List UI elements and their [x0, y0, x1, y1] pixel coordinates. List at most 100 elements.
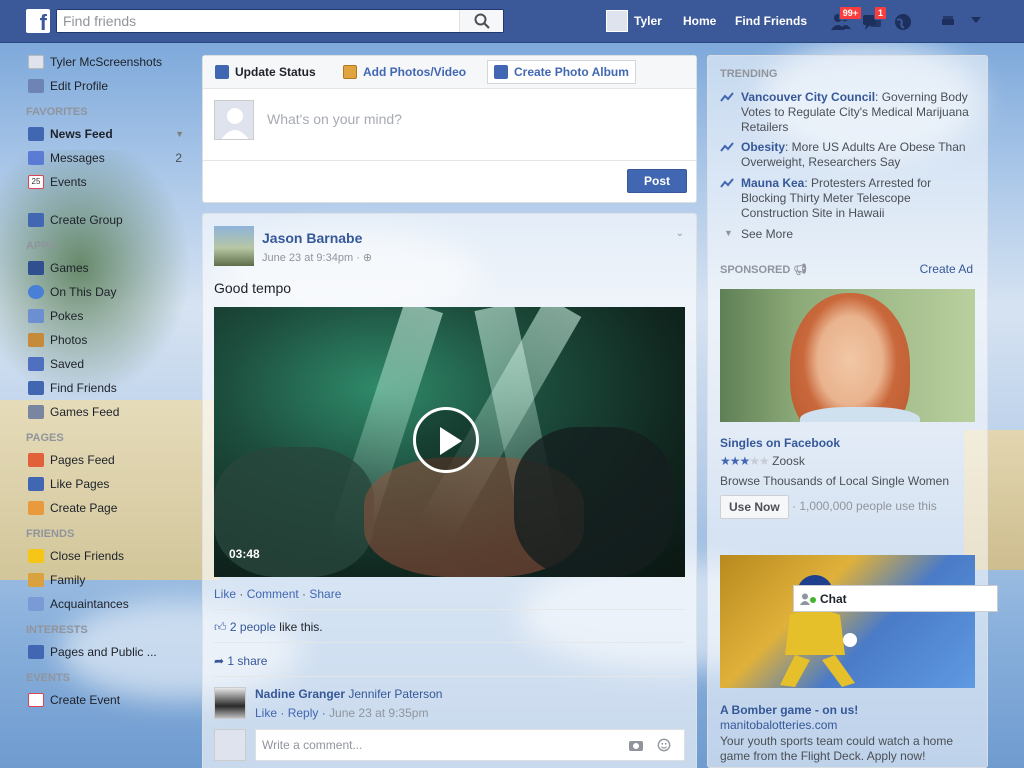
- sidebar-item-profile[interactable]: Tyler McScreenshots: [18, 50, 198, 74]
- sidebar-item-games-feed[interactable]: Games Feed: [18, 400, 198, 424]
- messages-badge: 1: [873, 6, 887, 20]
- clock-icon: [28, 285, 44, 299]
- author-avatar[interactable]: [214, 226, 254, 266]
- shares-count: 1 share: [227, 654, 268, 668]
- facebook-logo[interactable]: f: [26, 9, 50, 33]
- post-button[interactable]: Post: [627, 169, 687, 193]
- notifications-button[interactable]: [893, 12, 915, 32]
- status-input[interactable]: [267, 111, 667, 135]
- shares-summary[interactable]: ➦ 1 share: [214, 654, 267, 668]
- sidebar-item-pages-and-public[interactable]: Pages and Public ...: [18, 640, 198, 664]
- sidebar-item-like-pages[interactable]: Like Pages: [18, 472, 198, 496]
- share-arrow-icon: ➦: [214, 654, 225, 668]
- see-more-link[interactable]: ▼ See More: [720, 227, 793, 241]
- sidebar-item-on-this-day[interactable]: On This Day: [18, 280, 198, 304]
- create-ad-link[interactable]: Create Ad: [920, 262, 973, 276]
- sidebar-item-label: Create Group: [50, 213, 123, 227]
- flag-icon: [28, 453, 44, 467]
- sidebar-item-create-group[interactable]: Create Group: [18, 208, 198, 232]
- sidebar-item-messages[interactable]: Messages 2: [18, 146, 198, 170]
- sidebar-item-edit-profile[interactable]: Edit Profile: [18, 74, 198, 98]
- likers-link[interactable]: 2 people: [230, 620, 276, 634]
- camera-icon[interactable]: [628, 738, 644, 752]
- post-options-chevron-icon[interactable]: ⌄: [676, 228, 684, 239]
- avatar: [214, 100, 254, 140]
- comment-authors: Nadine Granger Jennifer Paterson: [255, 687, 442, 701]
- ad-title[interactable]: A Bomber game - on us!: [720, 703, 858, 717]
- sidebar-item-pages-feed[interactable]: Pages Feed: [18, 448, 198, 472]
- sponsored-label: SPONSORED: [720, 264, 791, 276]
- ad-image[interactable]: [720, 289, 975, 422]
- album-icon: [494, 65, 508, 79]
- sidebar-item-create-page[interactable]: Create Page: [18, 496, 198, 520]
- profile-link[interactable]: Tyler: [634, 14, 662, 28]
- sidebar-item-games[interactable]: Games: [18, 256, 198, 280]
- video-player[interactable]: 03:48: [214, 307, 685, 577]
- sidebar-item-pokes[interactable]: Pokes: [18, 304, 198, 328]
- composer-body: [203, 89, 696, 161]
- chat-bar[interactable]: Chat: [793, 585, 998, 612]
- search-button[interactable]: [459, 10, 503, 32]
- divider: [214, 642, 685, 643]
- comment-link[interactable]: Comment: [247, 587, 299, 601]
- sidebar-item-family[interactable]: Family: [18, 568, 198, 592]
- comment-author[interactable]: Nadine Granger: [255, 687, 345, 701]
- tab-create-photo-album[interactable]: Create Photo Album: [487, 60, 636, 84]
- post-author[interactable]: Jason Barnabe: [262, 230, 362, 246]
- friend-requests-button[interactable]: 99+: [830, 6, 862, 32]
- ad-image[interactable]: [720, 555, 975, 688]
- profile-avatar[interactable]: [606, 10, 628, 32]
- sidebar-item-find-friends[interactable]: Find Friends: [18, 376, 198, 400]
- megaphone-icon: 📢︎: [793, 264, 808, 276]
- ad-domain[interactable]: manitobalotteries.com: [720, 718, 837, 732]
- trending-header: TRENDING: [720, 68, 778, 80]
- photo-icon: [343, 65, 357, 79]
- post-timestamp[interactable]: June 23 at 9:34pm: [262, 252, 353, 264]
- right-sidebar: TRENDING Vancouver City Council: Governi…: [707, 55, 988, 768]
- sidebar-item-photos[interactable]: Photos: [18, 328, 198, 352]
- like-link[interactable]: Like: [214, 587, 236, 601]
- comment-time[interactable]: June 23 at 9:35pm: [329, 706, 428, 720]
- messages-button[interactable]: 1: [861, 6, 887, 32]
- sidebar-item-close-friends[interactable]: Close Friends: [18, 544, 198, 568]
- section-header-favorites: FAVORITES: [26, 106, 88, 118]
- calendar-icon: 25: [28, 175, 44, 189]
- sidebar-item-events[interactable]: 25 Events: [18, 170, 198, 194]
- globe-audience-icon[interactable]: · ⊕: [356, 252, 372, 264]
- sidebar-item-label: Close Friends: [50, 549, 125, 563]
- find-friends-link[interactable]: Find Friends: [735, 14, 807, 28]
- ad-title[interactable]: Singles on Facebook: [720, 436, 840, 450]
- emoji-icon[interactable]: [656, 738, 672, 752]
- drum-kit: [514, 427, 674, 577]
- comment-avatar[interactable]: [214, 687, 246, 719]
- use-now-button[interactable]: Use Now: [720, 495, 789, 519]
- football-player-illustration: [780, 575, 857, 687]
- trend-topic: Obesity: [741, 140, 786, 154]
- home-link[interactable]: Home: [683, 14, 716, 28]
- trending-item[interactable]: Obesity: More US Adults Are Obese Than O…: [720, 140, 970, 170]
- play-button[interactable]: [413, 407, 479, 473]
- sidebar-item-label: News Feed: [50, 127, 113, 141]
- controller-icon: [28, 405, 44, 419]
- sidebar-item-acquaintances[interactable]: Acquaintances: [18, 592, 198, 616]
- calendar-plus-icon: [28, 693, 44, 707]
- section-header-events: EVENTS: [26, 672, 71, 684]
- tab-update-status[interactable]: Update Status: [215, 65, 316, 79]
- comment-like-link[interactable]: Like: [255, 706, 277, 720]
- trending-item[interactable]: Mauna Kea: Protesters Arrested for Block…: [720, 176, 970, 221]
- privacy-shortcuts-button[interactable]: [940, 12, 962, 32]
- tab-label: Create Photo Album: [514, 65, 629, 79]
- sidebar-item-saved[interactable]: Saved: [18, 352, 198, 376]
- account-menu-button[interactable]: [970, 14, 992, 34]
- sidebar-item-news-feed[interactable]: News Feed ▼: [18, 122, 198, 146]
- comment-input[interactable]: [256, 730, 616, 760]
- search-input[interactable]: [57, 10, 457, 32]
- trending-item[interactable]: Vancouver City Council: Governing Body V…: [720, 90, 970, 135]
- share-link[interactable]: Share: [309, 587, 341, 601]
- sidebar-item-create-event[interactable]: Create Event: [18, 688, 198, 712]
- tab-add-photos-video[interactable]: Add Photos/Video: [343, 65, 466, 79]
- chat-label: Chat: [820, 592, 847, 606]
- caret-down-icon[interactable]: ▼: [175, 122, 184, 146]
- comment-reply-link[interactable]: Reply: [288, 706, 319, 720]
- comment-tagged-name[interactable]: Jennifer Paterson: [348, 687, 442, 701]
